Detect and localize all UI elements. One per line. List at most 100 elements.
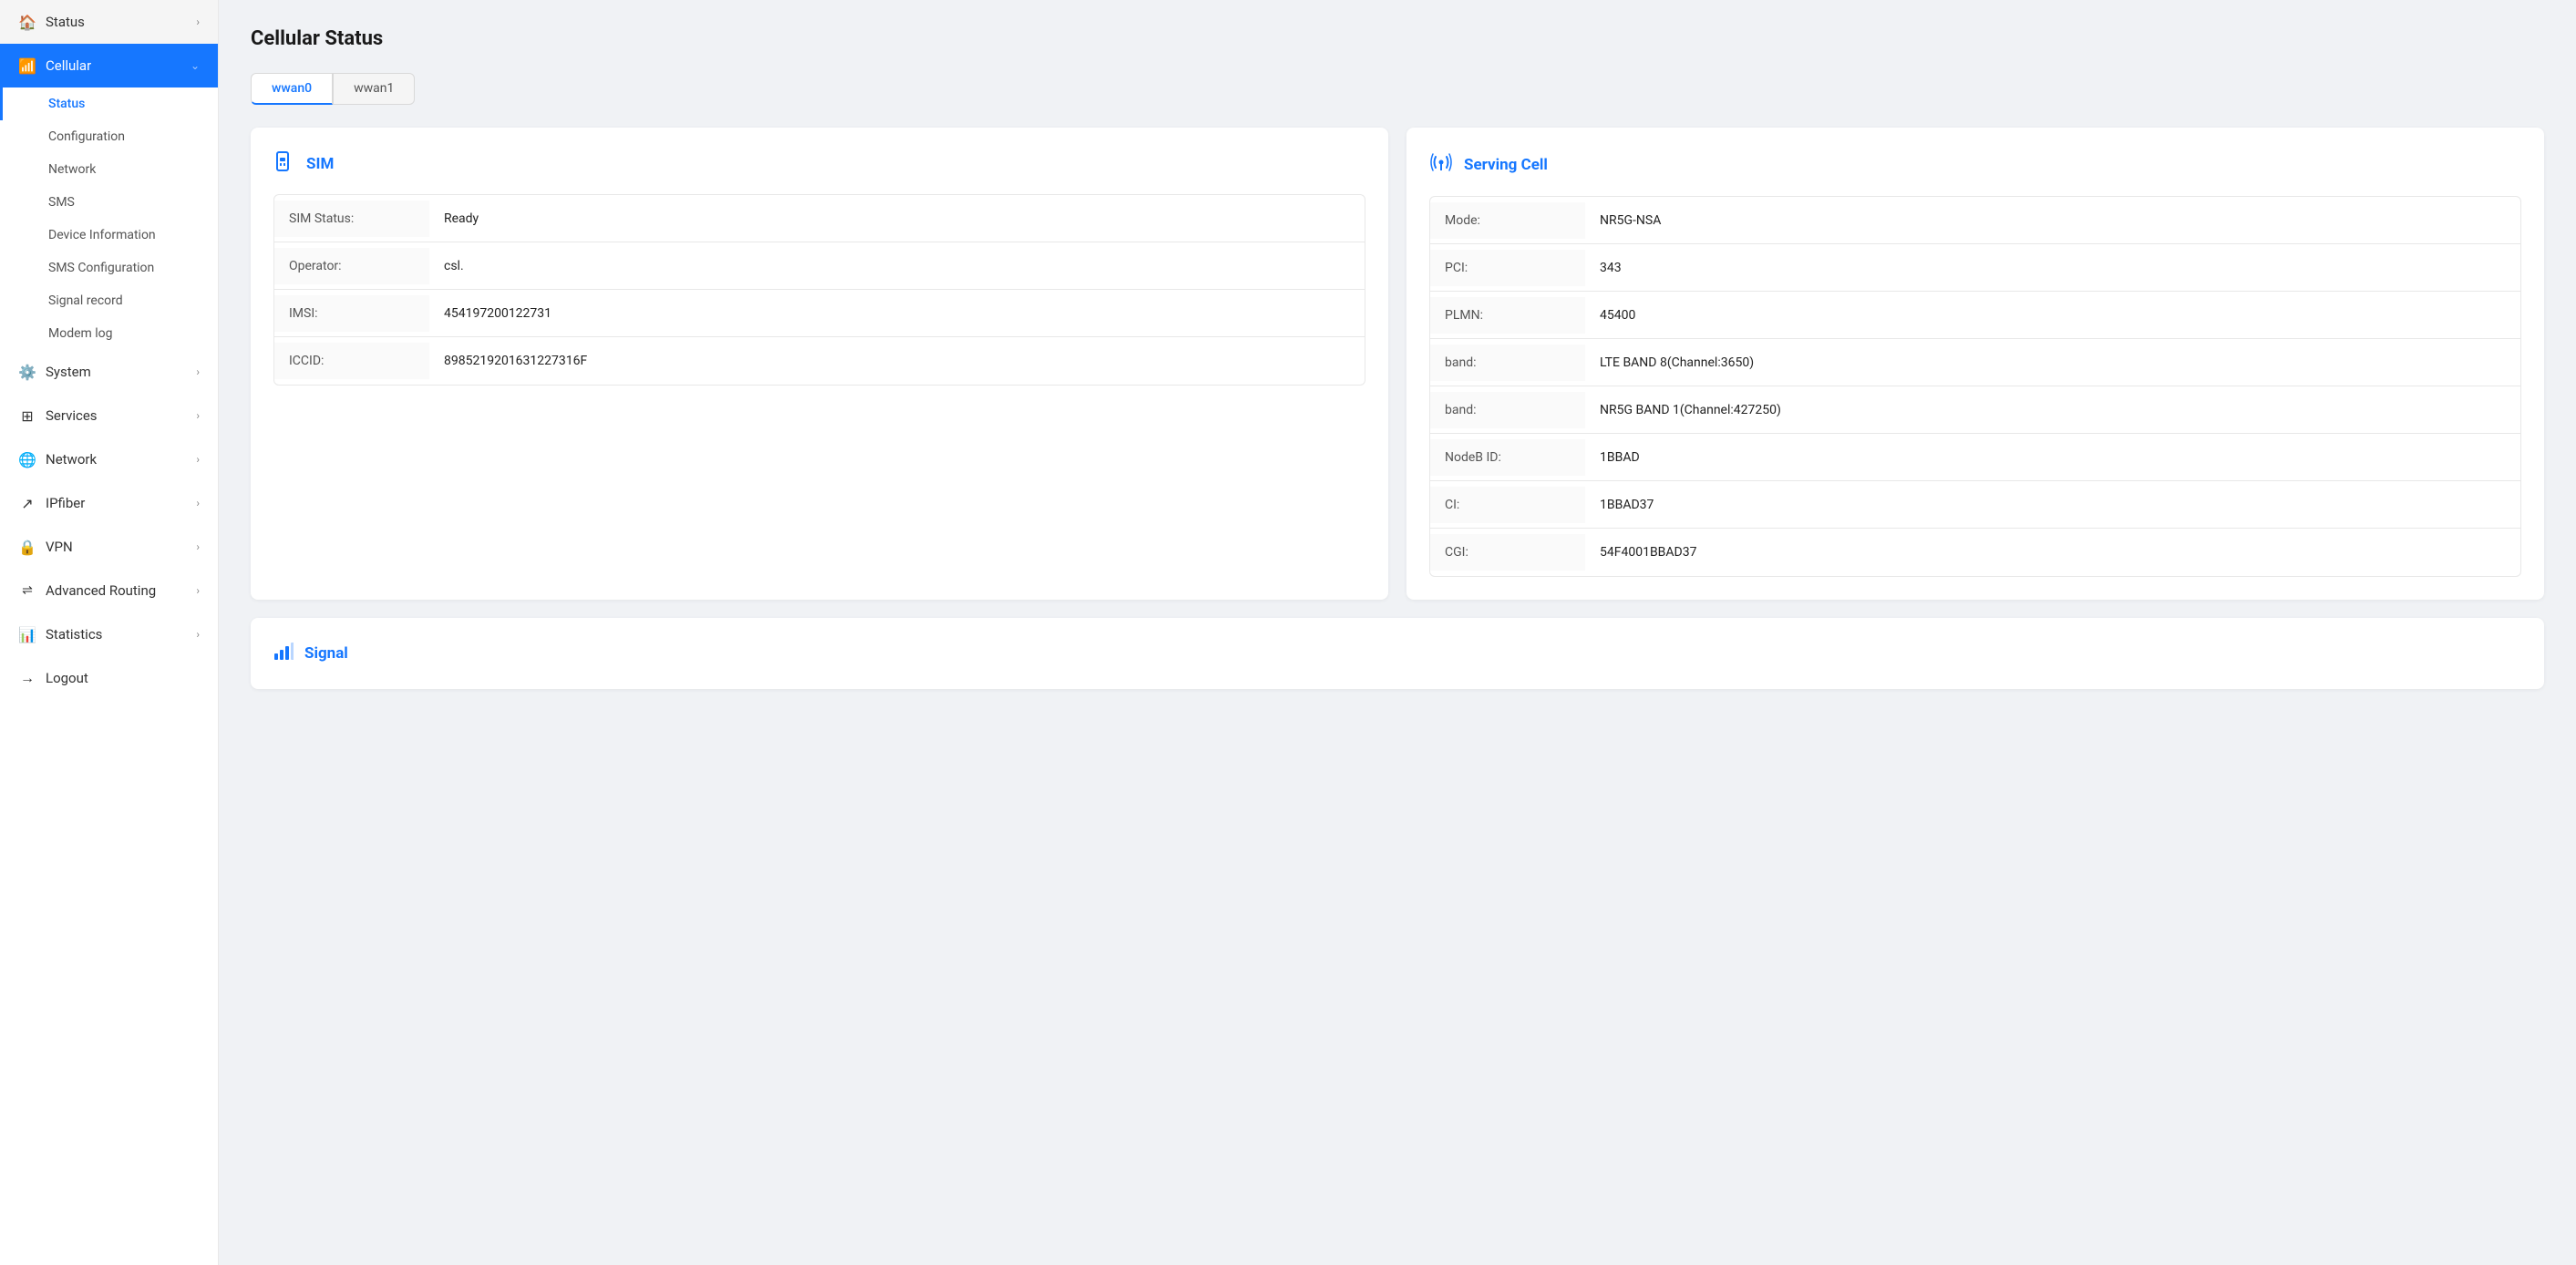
table-row: Operator: csl. — [274, 242, 1365, 290]
cgi-value: 54F4001BBAD37 — [1585, 534, 2520, 571]
sidebar-item-label: Cellular — [46, 57, 91, 74]
table-row: band: LTE BAND 8(Channel:3650) — [1430, 339, 2520, 386]
submenu-item-sms-configuration[interactable]: SMS Configuration — [0, 252, 218, 284]
routing-icon: ⇌ — [18, 581, 36, 600]
sim-status-label: SIM Status: — [274, 201, 429, 237]
main-content: Cellular Status wwan0 wwan1 SIM — [219, 0, 2576, 1265]
pci-value: 343 — [1585, 250, 2520, 286]
signal-section: Signal — [251, 618, 2544, 689]
table-row: IMSI: 454197200122731 — [274, 290, 1365, 337]
sidebar-item-network[interactable]: 🌐 Network › — [0, 437, 218, 481]
iccid-label: ICCID: — [274, 343, 429, 379]
logout-icon: → — [18, 669, 36, 687]
ci-value: 1BBAD37 — [1585, 487, 2520, 523]
system-icon: ⚙️ — [18, 363, 36, 381]
submenu-item-signal-record[interactable]: Signal record — [0, 284, 218, 317]
tab-wwan1[interactable]: wwan1 — [333, 73, 415, 105]
sim-card: SIM SIM Status: Ready Operator: csl. IMS… — [251, 128, 1388, 600]
imsi-value: 454197200122731 — [429, 295, 1365, 332]
sidebar-item-ipfiber[interactable]: ↗ IPfiber › — [0, 481, 218, 525]
table-row: PLMN: 45400 — [1430, 292, 2520, 339]
chevron-right-icon: › — [196, 584, 200, 597]
table-row: SIM Status: Ready — [274, 195, 1365, 242]
signal-bar-icon — [273, 641, 294, 666]
home-icon: 🏠 — [18, 13, 36, 31]
mode-value: NR5G-NSA — [1585, 202, 2520, 239]
statistics-icon: 📊 — [18, 625, 36, 643]
table-row: Mode: NR5G-NSA — [1430, 197, 2520, 244]
sidebar: 🏠 Status › 📶 Cellular ⌄ Status Configura… — [0, 0, 219, 1265]
chevron-right-icon: › — [196, 409, 200, 422]
nodeb-id-value: 1BBAD — [1585, 439, 2520, 476]
submenu-item-device-information[interactable]: Device Information — [0, 219, 218, 252]
band-nr5g-label: band: — [1430, 392, 1585, 428]
serving-cell-info-table: Mode: NR5G-NSA PCI: 343 PLMN: 45400 band… — [1429, 196, 2521, 577]
chevron-right-icon: › — [196, 15, 200, 28]
chevron-right-icon: › — [196, 497, 200, 509]
sidebar-item-cellular[interactable]: 📶 Cellular ⌄ — [0, 44, 218, 87]
submenu-item-status[interactable]: Status — [0, 87, 218, 120]
sidebar-item-statistics[interactable]: 📊 Statistics › — [0, 612, 218, 656]
submenu-item-modem-log[interactable]: Modem log — [0, 317, 218, 350]
imsi-label: IMSI: — [274, 295, 429, 332]
sidebar-item-label: Statistics — [46, 626, 102, 643]
chevron-down-icon: ⌄ — [191, 59, 200, 72]
cgi-label: CGI: — [1430, 534, 1585, 571]
sidebar-item-label: Services — [46, 407, 98, 424]
submenu-item-configuration[interactable]: Configuration — [0, 120, 218, 153]
band-nr5g-value: NR5G BAND 1(Channel:427250) — [1585, 392, 2520, 428]
table-row: ICCID: 8985219201631227316F — [274, 337, 1365, 385]
chevron-right-icon: › — [196, 365, 200, 378]
signal-title: Signal — [304, 644, 348, 663]
sim-info-table: SIM Status: Ready Operator: csl. IMSI: 4… — [273, 194, 1365, 386]
sidebar-item-label: System — [46, 364, 91, 380]
chevron-right-icon: › — [196, 453, 200, 466]
serving-cell-title: Serving Cell — [1464, 156, 1548, 174]
sidebar-item-label: Network — [46, 451, 97, 468]
network-icon: 🌐 — [18, 450, 36, 468]
serving-cell-card: Serving Cell Mode: NR5G-NSA PCI: 343 PLM… — [1406, 128, 2544, 600]
table-row: CI: 1BBAD37 — [1430, 481, 2520, 529]
plmn-value: 45400 — [1585, 297, 2520, 334]
sidebar-item-services[interactable]: ⊞ Services › — [0, 394, 218, 437]
sidebar-item-label: IPfiber — [46, 495, 85, 511]
sidebar-item-logout[interactable]: → Logout — [0, 656, 218, 700]
antenna-icon — [1429, 150, 1453, 180]
page-title: Cellular Status — [251, 27, 2544, 50]
iccid-value: 8985219201631227316F — [429, 343, 1365, 379]
chevron-right-icon: › — [196, 540, 200, 553]
services-icon: ⊞ — [18, 406, 36, 425]
mode-label: Mode: — [1430, 202, 1585, 239]
tab-bar: wwan0 wwan1 — [251, 73, 2544, 105]
sim-card-title: SIM — [306, 155, 334, 173]
sidebar-item-label: Logout — [46, 670, 88, 686]
cards-row: SIM SIM Status: Ready Operator: csl. IMS… — [251, 128, 2544, 600]
sidebar-item-vpn[interactable]: 🔒 VPN › — [0, 525, 218, 569]
nodeb-id-label: NodeB ID: — [1430, 439, 1585, 476]
sim-status-value: Ready — [429, 201, 1365, 237]
operator-label: Operator: — [274, 248, 429, 284]
sidebar-item-label: VPN — [46, 539, 73, 555]
sidebar-item-advanced-routing[interactable]: ⇌ Advanced Routing › — [0, 569, 218, 612]
sim-icon — [273, 150, 295, 178]
signal-header: Signal — [273, 641, 2521, 666]
table-row: PCI: 343 — [1430, 244, 2520, 292]
ipfiber-icon: ↗ — [18, 494, 36, 512]
table-row: band: NR5G BAND 1(Channel:427250) — [1430, 386, 2520, 434]
sidebar-item-system[interactable]: ⚙️ System › — [0, 350, 218, 394]
operator-value: csl. — [429, 248, 1365, 284]
submenu-item-network[interactable]: Network — [0, 153, 218, 186]
serving-cell-header: Serving Cell — [1429, 150, 2521, 180]
submenu-item-sms[interactable]: SMS — [0, 186, 218, 219]
ci-label: CI: — [1430, 487, 1585, 523]
pci-label: PCI: — [1430, 250, 1585, 286]
sidebar-item-status[interactable]: 🏠 Status › — [0, 0, 218, 44]
sidebar-item-label: Status — [46, 14, 85, 30]
band-lte-value: LTE BAND 8(Channel:3650) — [1585, 345, 2520, 381]
tab-wwan0[interactable]: wwan0 — [251, 73, 333, 105]
sim-card-header: SIM — [273, 150, 1365, 178]
vpn-icon: 🔒 — [18, 538, 36, 556]
sidebar-item-label: Advanced Routing — [46, 582, 156, 599]
table-row: CGI: 54F4001BBAD37 — [1430, 529, 2520, 576]
cellular-icon: 📶 — [18, 57, 36, 75]
